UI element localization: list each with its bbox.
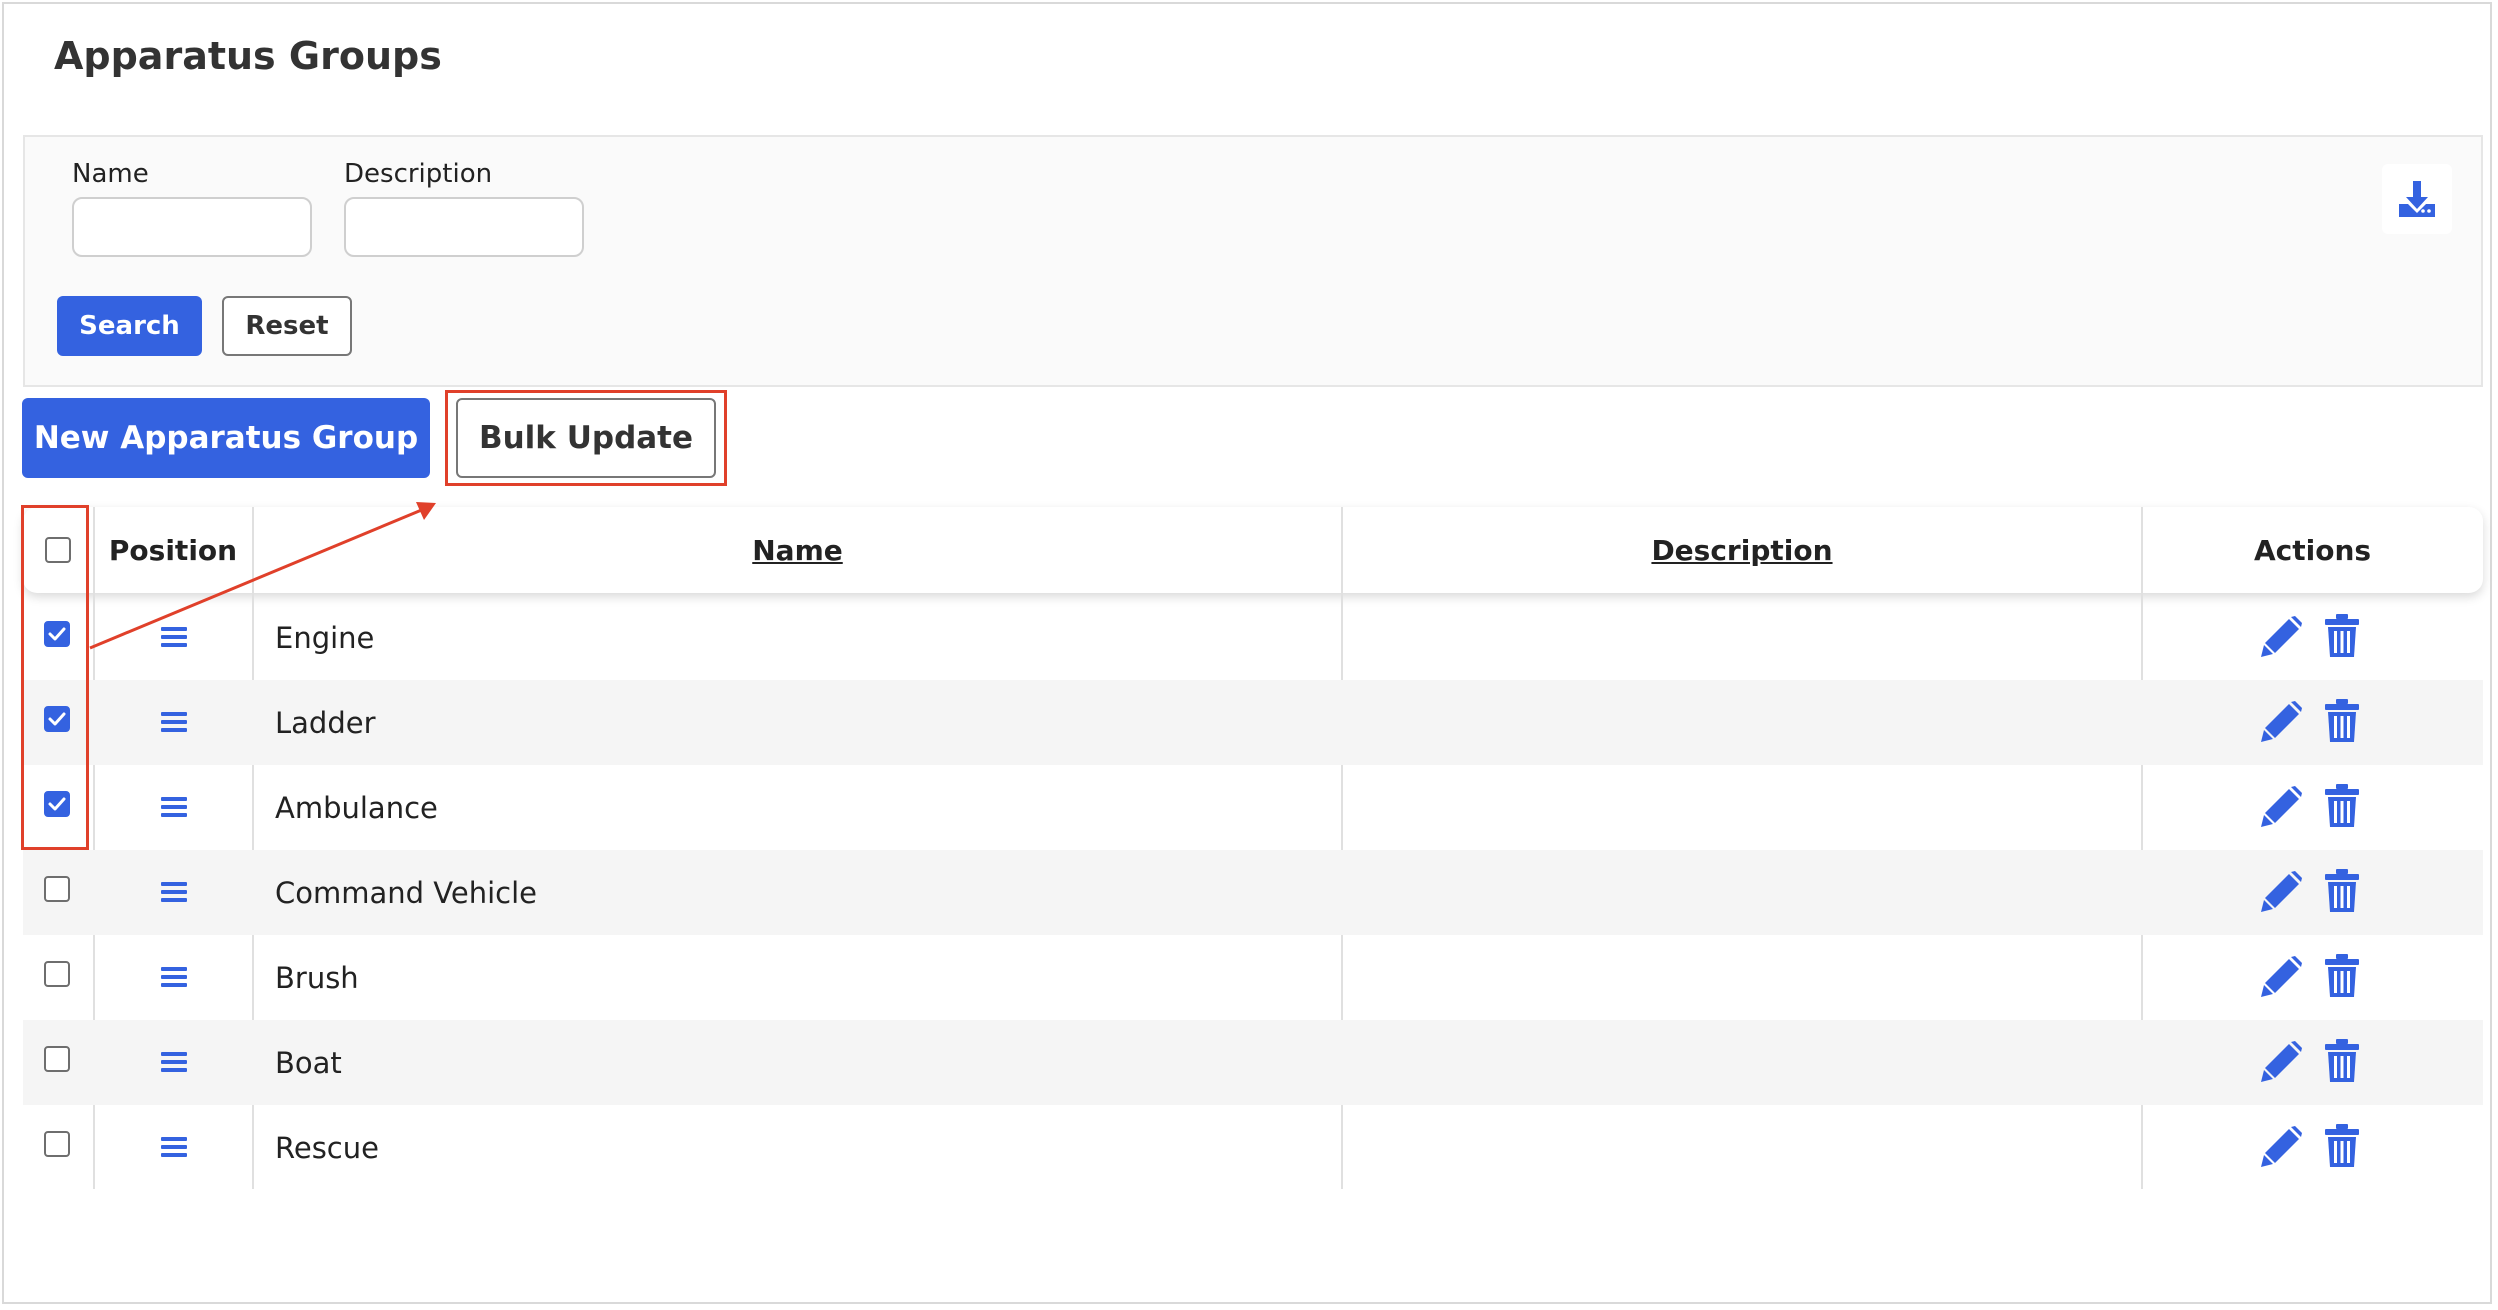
row-name: Brush (275, 960, 359, 995)
row-name: Ambulance (275, 790, 438, 825)
name-filter-label: Name (72, 159, 149, 189)
row-name: Rescue (275, 1130, 379, 1165)
pencil-icon[interactable] (2259, 1040, 2303, 1084)
annotation-checkbox-highlight (21, 505, 89, 850)
trash-icon[interactable] (2323, 613, 2361, 659)
column-header-position: Position (108, 533, 238, 567)
table-row: Ambulance (23, 765, 2483, 850)
pencil-icon[interactable] (2259, 870, 2303, 914)
download-icon (2399, 181, 2435, 217)
drag-handle-icon[interactable] (159, 623, 189, 651)
description-filter-label: Description (344, 159, 493, 189)
drag-handle-icon[interactable] (159, 708, 189, 736)
download-button[interactable] (2382, 164, 2452, 234)
trash-icon[interactable] (2323, 1123, 2361, 1169)
annotation-bulk-update-highlight (445, 390, 727, 486)
table-row: Brush (23, 935, 2483, 1020)
table-row: Engine (23, 595, 2483, 680)
drag-handle-icon[interactable] (159, 1133, 189, 1161)
column-header-name[interactable]: Name (253, 507, 1342, 593)
row-name: Boat (275, 1045, 342, 1080)
trash-icon[interactable] (2323, 783, 2361, 829)
row-name: Ladder (275, 705, 376, 740)
column-header-description[interactable]: Description (1342, 507, 2142, 593)
pencil-icon[interactable] (2259, 785, 2303, 829)
description-filter-input[interactable] (344, 197, 584, 257)
name-filter-input[interactable] (72, 197, 312, 257)
table-row: Command Vehicle (23, 850, 2483, 935)
pencil-icon[interactable] (2259, 615, 2303, 659)
table-row: Rescue (23, 1105, 2483, 1190)
drag-handle-icon[interactable] (159, 793, 189, 821)
row-select-checkbox[interactable] (44, 961, 70, 987)
trash-icon[interactable] (2323, 698, 2361, 744)
row-select-checkbox[interactable] (44, 1131, 70, 1157)
trash-icon[interactable] (2323, 1038, 2361, 1084)
drag-handle-icon[interactable] (159, 878, 189, 906)
column-header-actions: Actions (2253, 533, 2372, 567)
pencil-icon[interactable] (2259, 955, 2303, 999)
row-name: Command Vehicle (275, 875, 537, 910)
row-select-checkbox[interactable] (44, 1046, 70, 1072)
pencil-icon[interactable] (2259, 700, 2303, 744)
reset-button[interactable]: Reset (222, 296, 352, 356)
row-name: Engine (275, 620, 375, 655)
drag-handle-icon[interactable] (159, 963, 189, 991)
drag-handle-icon[interactable] (159, 1048, 189, 1076)
column-header-description-label[interactable]: Description (1651, 534, 1832, 567)
trash-icon[interactable] (2323, 953, 2361, 999)
table-header: Position Name Description Actions (23, 507, 2483, 593)
table-row: Boat (23, 1020, 2483, 1105)
table-row: Ladder (23, 680, 2483, 765)
pencil-icon[interactable] (2259, 1125, 2303, 1169)
apparatus-groups-page: Apparatus Groups Name Description Search… (2, 2, 2492, 1304)
filter-panel: Name Description Search Reset (23, 135, 2483, 387)
new-apparatus-group-button[interactable]: New Apparatus Group (22, 398, 430, 478)
page-title: Apparatus Groups (54, 34, 442, 78)
row-select-checkbox[interactable] (44, 876, 70, 902)
column-header-name-label[interactable]: Name (752, 534, 843, 567)
search-button[interactable]: Search (57, 296, 202, 356)
trash-icon[interactable] (2323, 868, 2361, 914)
